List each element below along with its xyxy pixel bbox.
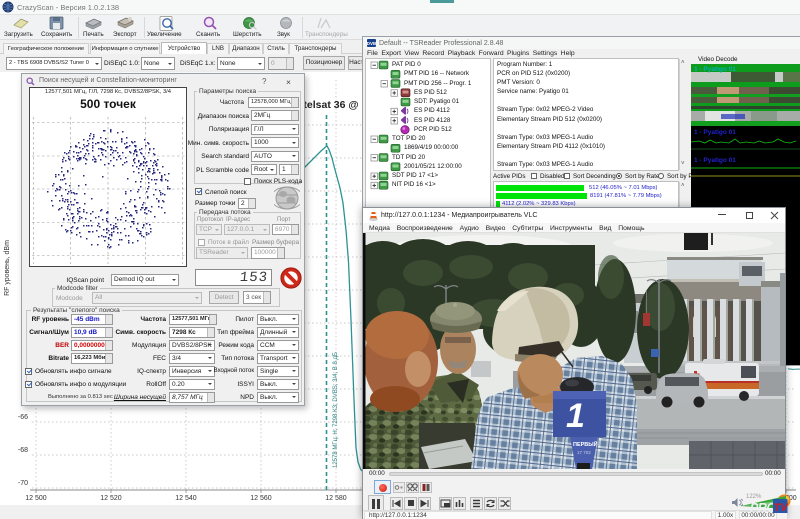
svg-text:RF уровень, dBm: RF уровень, dBm xyxy=(4,240,11,296)
svg-text:1: 1 xyxy=(566,397,585,435)
svg-text:1 - Pyatigo 01: 1 - Pyatigo 01 xyxy=(694,157,736,164)
svg-text:ПЕРВЫЙ: ПЕРВЫЙ xyxy=(573,440,598,448)
svg-text:12 540: 12 540 xyxy=(175,495,197,502)
svg-text:12 520: 12 520 xyxy=(100,495,122,502)
svg-text:12 580: 12 580 xyxy=(325,495,347,502)
svg-text:-70: -70 xyxy=(18,480,28,487)
svg-text:1 - Pyatigo 01: 1 - Pyatigo 01 xyxy=(694,129,736,136)
svg-text:DVB: DVB xyxy=(367,41,376,46)
svg-text:12 500: 12 500 xyxy=(25,495,47,502)
svg-text:17 702: 17 702 xyxy=(577,450,591,455)
svg-text:-66: -66 xyxy=(18,414,28,421)
svg-text:12578 МГц; Н; 7298 КЗ; DVBS; 3: 12578 МГц; Н; 7298 КЗ; DVBS; 3/4; В 8 дБ xyxy=(333,352,339,468)
svg-text:TV: TV xyxy=(774,502,790,514)
svg-text:12 560: 12 560 xyxy=(250,495,272,502)
svg-text:1 - Pyatigo 01: 1 - Pyatigo 01 xyxy=(694,66,736,73)
svg-text:PRO: PRO xyxy=(750,501,776,515)
svg-text:-68: -68 xyxy=(18,447,28,454)
